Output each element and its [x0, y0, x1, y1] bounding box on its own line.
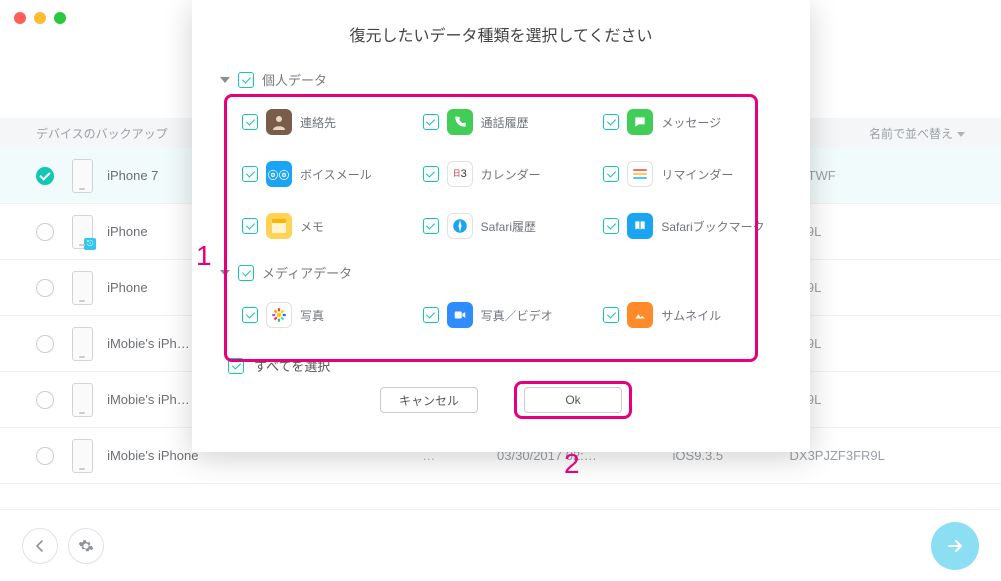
lock-badge-icon: ⎋ [84, 238, 96, 250]
data-type-item[interactable]: メモ [242, 213, 413, 239]
note-icon [266, 213, 292, 239]
data-type-item[interactable]: Safari履歴 [423, 213, 594, 239]
section-media-header[interactable]: メディアデータ [220, 257, 782, 288]
section-personal-label: 個人データ [262, 70, 327, 89]
item-label: サムネイル [661, 307, 721, 324]
select-all-label: すべてを選択 [254, 356, 330, 375]
row-select-radio[interactable] [36, 223, 54, 241]
section-media-label: メディアデータ [262, 263, 352, 282]
item-checkbox[interactable] [603, 218, 619, 234]
back-button[interactable] [22, 528, 58, 564]
item-checkbox[interactable] [603, 166, 619, 182]
item-label: Safari履歴 [481, 218, 536, 235]
disclosure-triangle-icon [220, 270, 230, 276]
phone-icon [72, 327, 94, 361]
item-checkbox[interactable] [423, 218, 439, 234]
item-checkbox[interactable] [603, 307, 619, 323]
list-header-left: デバイスのバックアップ [36, 125, 168, 142]
restore-type-modal: 復元したいデータ種類を選択してください 個人データ 連絡先 通話履歴 メッセージ ⓞⓞ… [192, 0, 810, 452]
item-checkbox[interactable] [603, 114, 619, 130]
voice-icon: ⓞⓞ [266, 161, 292, 187]
phone-icon [72, 383, 94, 417]
data-type-item[interactable]: 写真／ビデオ [423, 302, 594, 328]
book-icon [627, 213, 653, 239]
chevron-down-icon [957, 126, 965, 140]
col-id: FR9L [790, 392, 965, 407]
item-label: 写真 [300, 307, 324, 324]
item-checkbox[interactable] [242, 166, 258, 182]
cal-icon: 日3 [447, 161, 473, 187]
modal-title: 復元したいデータ種類を選択してください [192, 0, 810, 64]
personal-grid: 連絡先 通話履歴 メッセージ ⓞⓞ ボイスメール 日3 カレンダー リマインダーメモ Safar… [220, 95, 782, 257]
data-type-item[interactable]: リマインダー [603, 161, 774, 187]
select-all-row[interactable]: すべてを選択 [220, 346, 782, 375]
item-label: Safariブックマーク [661, 218, 764, 235]
phone-icon [72, 271, 94, 305]
ok-button[interactable]: Ok [524, 387, 622, 413]
next-button[interactable] [931, 522, 979, 570]
section-personal-checkbox[interactable] [238, 72, 254, 88]
settings-button[interactable] [68, 528, 104, 564]
data-type-item[interactable]: メッセージ [603, 109, 774, 135]
item-label: メモ [300, 218, 324, 235]
rem-icon [627, 161, 653, 187]
item-checkbox[interactable] [242, 114, 258, 130]
data-type-item[interactable]: Safariブックマーク [603, 213, 774, 239]
section-media-checkbox[interactable] [238, 265, 254, 281]
thumb-icon [627, 302, 653, 328]
col-id: DX3PJZF3FR9L [790, 448, 965, 463]
col-id: FR9L [790, 280, 965, 295]
contact-icon [266, 109, 292, 135]
item-checkbox[interactable] [423, 114, 439, 130]
item-label: 写真／ビデオ [481, 307, 553, 324]
row-select-radio[interactable] [36, 391, 54, 409]
item-label: カレンダー [481, 166, 541, 183]
data-type-item[interactable]: ⓞⓞ ボイスメール [242, 161, 413, 187]
data-type-item[interactable]: 連絡先 [242, 109, 413, 135]
window-traffic-lights[interactable] [14, 12, 66, 24]
safari-icon [447, 213, 473, 239]
phone-icon [447, 109, 473, 135]
item-checkbox[interactable] [423, 166, 439, 182]
item-checkbox[interactable] [242, 307, 258, 323]
phone-icon [72, 159, 94, 193]
data-type-item[interactable]: 日3 カレンダー [423, 161, 594, 187]
video-icon [447, 302, 473, 328]
item-label: 連絡先 [300, 114, 336, 131]
row-select-radio[interactable] [36, 279, 54, 297]
maximize-window-icon[interactable] [54, 12, 66, 24]
col-id: FR9L [790, 336, 965, 351]
item-label: 通話履歴 [481, 114, 529, 131]
row-select-radio[interactable] [36, 447, 54, 465]
disclosure-triangle-icon [220, 77, 230, 83]
media-grid: 写真 写真／ビデオ サムネイル [220, 288, 782, 346]
phone-icon: ⎋ [72, 215, 94, 249]
col-id: PDTWF [790, 168, 965, 183]
sort-dropdown[interactable]: 名前で並べ替え [869, 125, 965, 142]
item-checkbox[interactable] [242, 218, 258, 234]
sort-label: 名前で並べ替え [869, 125, 953, 142]
bottom-bar [0, 509, 1001, 581]
cancel-button[interactable]: キャンセル [380, 387, 478, 413]
select-all-checkbox[interactable] [228, 358, 244, 374]
data-type-item[interactable]: サムネイル [603, 302, 774, 328]
close-window-icon[interactable] [14, 12, 26, 24]
item-checkbox[interactable] [423, 307, 439, 323]
item-label: リマインダー [661, 166, 733, 183]
data-type-item[interactable]: 通話履歴 [423, 109, 594, 135]
minimize-window-icon[interactable] [34, 12, 46, 24]
data-type-item[interactable]: 写真 [242, 302, 413, 328]
phone-icon [72, 439, 94, 473]
row-select-radio[interactable] [36, 335, 54, 353]
section-personal-header[interactable]: 個人データ [220, 64, 782, 95]
row-select-radio[interactable] [36, 167, 54, 185]
photo-icon [266, 302, 292, 328]
item-label: メッセージ [661, 114, 721, 131]
msg-icon [627, 109, 653, 135]
item-label: ボイスメール [300, 166, 372, 183]
col-id: FR9L [790, 224, 965, 239]
